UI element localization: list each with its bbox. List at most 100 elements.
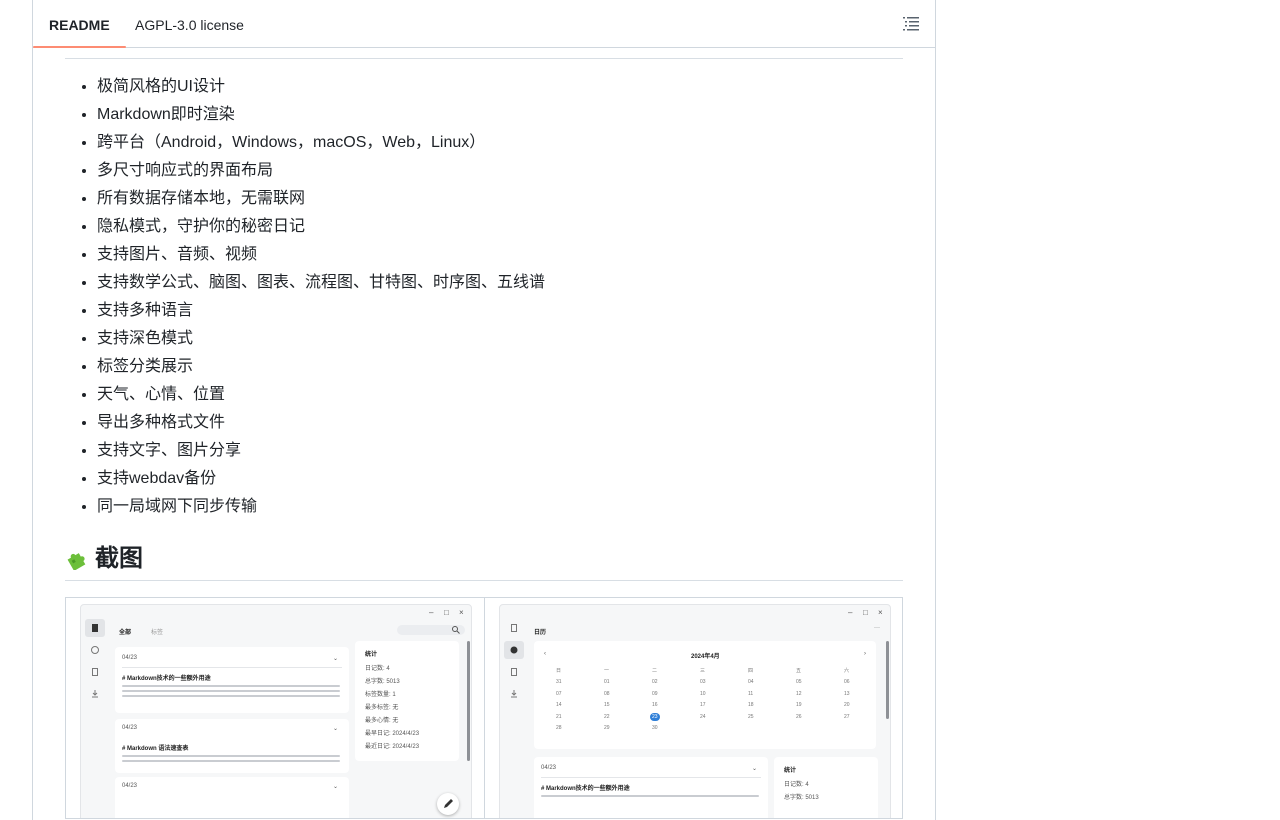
diary-card[interactable]: 04/23 ⌄ [115, 777, 349, 818]
calendar-day[interactable]: 20 [844, 702, 850, 708]
diary-card[interactable]: 04/23 ⌄ # Markdown技术的一些额外用途 [534, 757, 768, 818]
stats-title: 统计 [784, 768, 797, 774]
readme-container: README AGPL-3.0 license 极简风格的UI设计Markdow… [32, 0, 936, 820]
section-divider [65, 58, 903, 59]
feature-item: 支持多种语言 [97, 297, 903, 325]
stat-item: 总字数: 5013 [365, 679, 400, 685]
calendar-day[interactable]: 30 [652, 725, 658, 731]
calendar-day[interactable]: 23 [650, 712, 660, 721]
calendar-day[interactable]: 18 [748, 702, 754, 708]
weekday-label: 五 [796, 668, 802, 674]
diary-icon [92, 624, 98, 632]
calendar-day[interactable]: 29 [604, 725, 610, 731]
calendar-day[interactable]: 28 [556, 725, 562, 731]
calendar-card: ‹ 2024年4月 › 日 一 二 三 四 五 六 31 01 02 03 04 05 06 07 08 09 1… [534, 641, 876, 749]
calendar-day[interactable]: 21 [556, 714, 562, 720]
edit-button[interactable] [437, 793, 459, 815]
tab-license[interactable]: AGPL-3.0 license [135, 0, 244, 47]
stat-item: 最多标签: 无 [365, 705, 399, 711]
screenshot-calendar[interactable]: – □ × 日历 ··· ‹ 2024年4月 › 日 一 二 三 四 五 六 31 01 02 03… [485, 598, 902, 818]
search-icon [452, 626, 460, 634]
weekday-label: 二 [652, 668, 658, 674]
calendar-day[interactable]: 06 [844, 679, 850, 685]
diary-title: # Markdown技术的一些额外用途 [541, 786, 630, 792]
calendar-day[interactable]: 19 [796, 702, 802, 708]
screenshots-table: – □ × 全部 标签 04/23 ⌄ # Markdown技术的一些额外用途 [65, 597, 903, 819]
calendar-day[interactable]: 24 [700, 714, 706, 720]
weekday-label: 日 [556, 668, 562, 674]
calendar-day[interactable]: 09 [652, 691, 658, 697]
file-icon [92, 668, 98, 676]
readme-tabbar: README AGPL-3.0 license [33, 0, 935, 48]
scrollbar[interactable] [886, 641, 889, 719]
app-window: – □ × 日历 ··· ‹ 2024年4月 › 日 一 二 三 四 五 六 31 01 02 03… [499, 604, 891, 818]
feature-item: 支持深色模式 [97, 325, 903, 353]
page-title: 日历 [534, 630, 547, 636]
file-icon [511, 668, 517, 676]
app-window: – □ × 全部 标签 04/23 ⌄ # Markdown技术的一些额外用途 [80, 604, 472, 818]
close-icon: × [459, 608, 464, 617]
feature-item: 隐私模式，守护你的秘密日记 [97, 213, 903, 241]
feature-item: 同一局域网下同步传输 [97, 493, 903, 521]
weekday-label: 四 [748, 668, 754, 674]
tab-tag[interactable]: 标签 [151, 627, 163, 636]
diary-date: 04/23 [541, 765, 557, 771]
diary-icon [511, 624, 517, 632]
calendar-day[interactable]: 07 [556, 691, 562, 697]
stat-item: 最近日记: 2024/4/23 [365, 744, 420, 750]
calendar-day[interactable]: 31 [556, 679, 562, 685]
tab-readme[interactable]: README [33, 0, 126, 48]
calendar-day[interactable]: 08 [604, 691, 610, 697]
calendar-day[interactable]: 16 [652, 702, 658, 708]
feature-item: 标签分类展示 [97, 353, 903, 381]
calendar-day[interactable]: 10 [700, 691, 706, 697]
feature-item: 支持图片、音频、视频 [97, 241, 903, 269]
feature-item: 支持数学公式、脑图、图表、流程图、甘特图、时序图、五线谱 [97, 269, 903, 297]
next-month-icon[interactable]: › [864, 651, 866, 657]
feature-item: 多尺寸响应式的界面布局 [97, 157, 903, 185]
calendar-day[interactable]: 12 [796, 691, 802, 697]
calendar-day[interactable]: 01 [604, 679, 610, 685]
screenshots-heading: 截图 [65, 540, 903, 581]
feature-item: Markdown即时渲染 [97, 101, 903, 129]
tab-all[interactable]: 全部 [119, 627, 131, 636]
more-icon[interactable]: ··· [874, 625, 880, 631]
minimize-icon: – [848, 608, 853, 617]
pencil-icon [444, 799, 453, 808]
close-icon: × [878, 608, 883, 617]
diary-card[interactable]: 04/23 ⌄ # Markdown 语法速查表 [115, 719, 349, 773]
diary-card[interactable]: 04/23 ⌄ # Markdown技术的一些额外用途 [115, 647, 349, 713]
calendar-day[interactable]: 04 [748, 679, 754, 685]
diary-title: # Markdown 语法速查表 [122, 746, 189, 752]
clock-icon [510, 646, 518, 654]
list-outline-icon[interactable] [903, 15, 919, 31]
calendar-day[interactable]: 05 [796, 679, 802, 685]
calendar-day[interactable]: 25 [748, 714, 754, 720]
stat-item: 日记数: 4 [784, 782, 809, 788]
scrollbar[interactable] [467, 641, 470, 761]
calendar-day[interactable]: 17 [700, 702, 706, 708]
maximize-icon: □ [863, 608, 868, 617]
feature-list: 极简风格的UI设计Markdown即时渲染跨平台（Android，Windows… [65, 73, 903, 521]
prev-month-icon[interactable]: ‹ [544, 651, 546, 657]
feature-item: 导出多种格式文件 [97, 409, 903, 437]
stats-title: 统计 [365, 652, 378, 658]
calendar-day[interactable]: 13 [844, 691, 850, 697]
screenshots-heading-text: 截图 [95, 545, 143, 572]
calendar-day[interactable]: 26 [796, 714, 802, 720]
chevron-down-icon: ⌄ [333, 726, 339, 732]
stat-item: 最早日记: 2024/4/23 [365, 731, 420, 737]
calendar-day[interactable]: 15 [604, 702, 610, 708]
calendar-day[interactable]: 02 [652, 679, 658, 685]
stat-item: 标签数量: 1 [365, 692, 396, 698]
calendar-day[interactable]: 03 [700, 679, 706, 685]
calendar-day[interactable]: 14 [556, 702, 562, 708]
feature-item: 天气、心情、位置 [97, 381, 903, 409]
screenshot-home[interactable]: – □ × 全部 标签 04/23 ⌄ # Markdown技术的一些额外用途 [66, 598, 485, 818]
calendar-day[interactable]: 22 [604, 714, 610, 720]
download-icon [511, 690, 517, 698]
stats-card: 统计 日记数: 4 总字数: 5013 标签数量: 1 最多标签: 无最多心情: 无最… [355, 641, 459, 761]
puzzle-piece-icon [65, 546, 89, 571]
calendar-day[interactable]: 27 [844, 714, 850, 720]
calendar-day[interactable]: 11 [748, 691, 753, 697]
